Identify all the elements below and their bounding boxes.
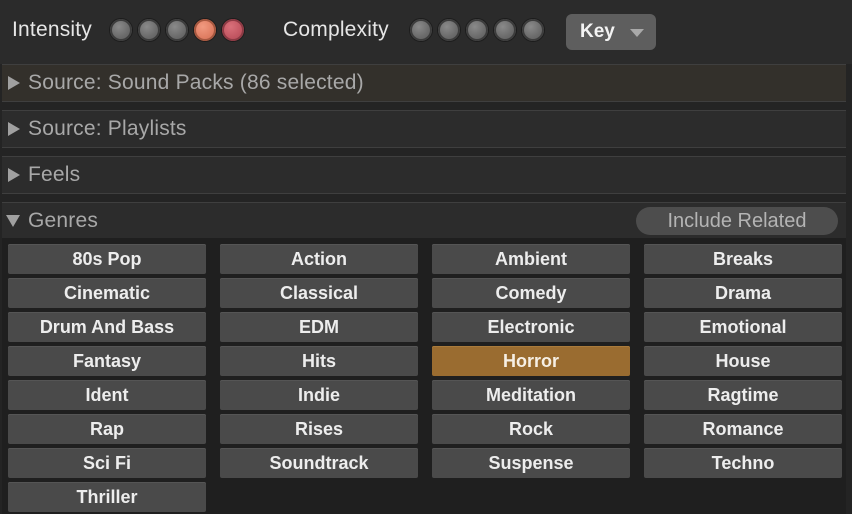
complexity-dot-1[interactable] <box>410 19 432 41</box>
genre-grid: 80s Pop Action Ambient Breaks Cinematic … <box>8 244 842 512</box>
genre-button[interactable]: Romance <box>644 414 842 444</box>
section-playlists[interactable]: Source: Playlists <box>2 110 846 148</box>
section-sound-packs[interactable]: Source: Sound Packs (86 selected) <box>2 64 846 102</box>
include-related-button[interactable]: Include Related <box>636 207 838 235</box>
top-toolbar: Intensity Complexity Key <box>0 0 852 64</box>
genre-button[interactable]: Emotional <box>644 312 842 342</box>
complexity-dot-4[interactable] <box>494 19 516 41</box>
genre-button[interactable]: Cinematic <box>8 278 206 308</box>
disclosure-triangle-icon[interactable] <box>8 76 20 90</box>
section-feels-label: Feels <box>28 163 81 186</box>
genre-button[interactable]: Classical <box>220 278 418 308</box>
genre-button[interactable]: Thriller <box>8 482 206 512</box>
genre-button[interactable]: Drama <box>644 278 842 308</box>
section-genres[interactable]: Genres Include Related <box>2 202 846 240</box>
complexity-label: Complexity <box>283 18 389 41</box>
key-dropdown-label: Key <box>580 21 615 42</box>
section-playlists-label: Source: Playlists <box>28 117 187 140</box>
genre-button[interactable]: Action <box>220 244 418 274</box>
genre-button[interactable]: EDM <box>220 312 418 342</box>
genre-button[interactable]: Comedy <box>432 278 630 308</box>
genre-button[interactable]: Ident <box>8 380 206 410</box>
genre-button[interactable]: House <box>644 346 842 376</box>
genre-button[interactable]: Meditation <box>432 380 630 410</box>
genre-button[interactable]: Ragtime <box>644 380 842 410</box>
complexity-dot-3[interactable] <box>466 19 488 41</box>
genre-button[interactable]: 80s Pop <box>8 244 206 274</box>
genres-panel: 80s Pop Action Ambient Breaks Cinematic … <box>2 238 846 514</box>
genre-button[interactable]: Rap <box>8 414 206 444</box>
genre-button[interactable]: Hits <box>220 346 418 376</box>
genre-button[interactable]: Drum And Bass <box>8 312 206 342</box>
genre-button[interactable]: Rock <box>432 414 630 444</box>
key-dropdown[interactable]: Key <box>566 14 656 50</box>
genre-button[interactable]: Indie <box>220 380 418 410</box>
genre-button[interactable]: Sci Fi <box>8 448 206 478</box>
intensity-dot-5[interactable] <box>222 19 244 41</box>
genre-button[interactable]: Suspense <box>432 448 630 478</box>
disclosure-triangle-open-icon[interactable] <box>6 215 20 227</box>
intensity-label: Intensity <box>12 18 93 41</box>
disclosure-triangle-icon[interactable] <box>8 168 20 182</box>
genre-button[interactable]: Ambient <box>432 244 630 274</box>
genre-button[interactable]: Techno <box>644 448 842 478</box>
intensity-dot-3[interactable] <box>166 19 188 41</box>
intensity-dot-4[interactable] <box>194 19 216 41</box>
complexity-dot-2[interactable] <box>438 19 460 41</box>
genre-button[interactable]: Fantasy <box>8 346 206 376</box>
section-feels[interactable]: Feels <box>2 156 846 194</box>
section-sound-packs-label: Source: Sound Packs (86 selected) <box>28 71 364 94</box>
genre-button-selected[interactable]: Horror <box>432 346 630 376</box>
intensity-dot-1[interactable] <box>110 19 132 41</box>
complexity-dot-5[interactable] <box>522 19 544 41</box>
chevron-down-icon <box>630 29 644 37</box>
genre-button[interactable]: Breaks <box>644 244 842 274</box>
section-genres-label: Genres <box>28 209 99 232</box>
genre-button[interactable]: Electronic <box>432 312 630 342</box>
intensity-dot-2[interactable] <box>138 19 160 41</box>
genre-button[interactable]: Soundtrack <box>220 448 418 478</box>
disclosure-triangle-icon[interactable] <box>8 122 20 136</box>
genre-button[interactable]: Rises <box>220 414 418 444</box>
